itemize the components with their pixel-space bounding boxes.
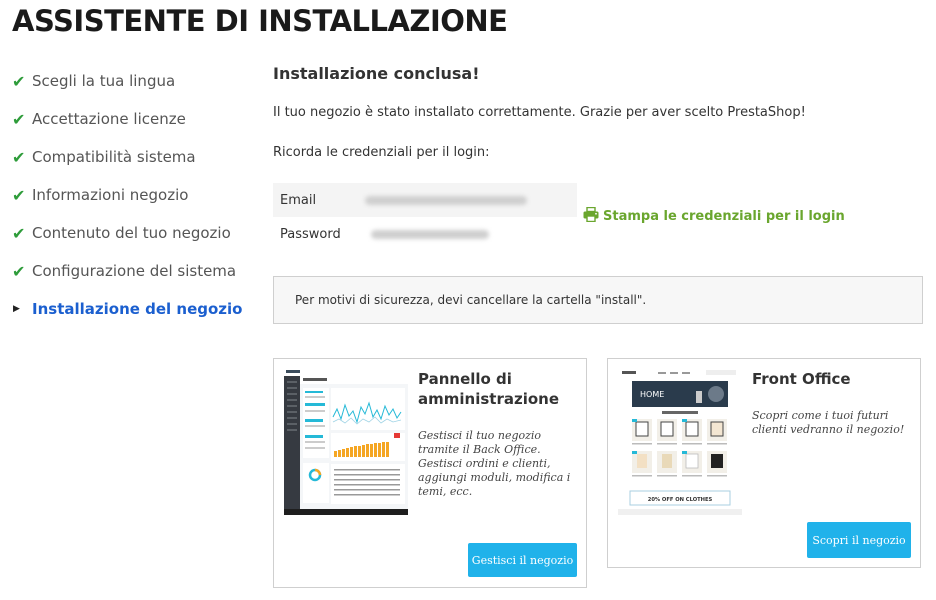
step-item-installation: ▶ Installazione del negozio <box>12 290 242 328</box>
manage-store-button[interactable]: Gestisci il negozio <box>468 543 577 577</box>
discover-store-button[interactable]: Scopri il negozio <box>807 522 911 558</box>
admin-panel-card: Pannello di amministrazione Gestisci il … <box>273 358 587 588</box>
credentials-reminder: Ricorda le credenziali per il login: <box>273 145 490 160</box>
admin-panel-description: Gestisci il tuo negozio tramite il Back … <box>418 429 571 498</box>
step-label: Configurazione del sistema <box>32 262 237 280</box>
password-row: Password <box>273 217 577 251</box>
password-value-redacted <box>371 230 489 239</box>
step-item-system-config: ✔ Configurazione del sistema <box>12 252 242 290</box>
step-label: Accettazione licenze <box>32 110 186 128</box>
banner-text: 20% OFF ON CLOTHES <box>648 497 713 503</box>
admin-panel-title: Pannello di amministrazione <box>418 370 559 408</box>
check-icon: ✔ <box>12 261 26 281</box>
check-icon: ✔ <box>12 109 26 129</box>
front-office-screenshot: HOME 20% OFF ON CLOTHES <box>618 367 742 515</box>
print-link-label: Stampa le credenziali per il login <box>603 209 845 224</box>
step-item-license: ✔ Accettazione licenze <box>12 100 242 138</box>
completion-heading: Installazione conclusa! <box>273 64 480 83</box>
step-label: Informazioni negozio <box>32 186 189 204</box>
check-icon: ✔ <box>12 223 26 243</box>
security-alert: Per motivi di sicurezza, devi cancellare… <box>273 276 923 324</box>
step-item-content: ✔ Contenuto del tuo negozio <box>12 214 242 252</box>
step-item-language: ✔ Scegli la tua lingua <box>12 62 242 100</box>
security-alert-text: Per motivi di sicurezza, devi cancellare… <box>295 293 647 307</box>
check-icon: ✔ <box>12 71 26 91</box>
print-credentials-link[interactable]: Stampa le credenziali per il login <box>583 206 845 226</box>
step-label: Installazione del negozio <box>32 300 243 318</box>
email-value-redacted <box>365 196 527 205</box>
credentials-table: Email Password <box>273 183 577 251</box>
step-item-store-info: ✔ Informazioni negozio <box>12 176 242 214</box>
step-label: Scegli la tua lingua <box>32 72 176 90</box>
check-icon: ✔ <box>12 185 26 205</box>
email-label: Email <box>280 192 317 208</box>
front-office-title: Front Office <box>752 370 851 388</box>
printer-icon <box>583 206 599 226</box>
password-label: Password <box>280 226 341 242</box>
check-icon: ✔ <box>12 147 26 167</box>
hero-text: HOME <box>640 390 664 399</box>
step-item-compatibility: ✔ Compatibilità sistema <box>12 138 242 176</box>
triangle-right-icon: ▶ <box>13 304 20 314</box>
success-message: Il tuo negozio è stato installato corret… <box>273 105 806 120</box>
email-row: Email <box>273 183 577 217</box>
step-list: ✔ Scegli la tua lingua ✔ Accettazione lice… <box>12 62 242 328</box>
step-label: Compatibilità sistema <box>32 148 196 166</box>
back-office-screenshot <box>284 367 408 515</box>
step-label: Contenuto del tuo negozio <box>32 224 231 242</box>
front-office-card: HOME 20% OFF ON CLOTHES Front Office Sco… <box>607 358 921 568</box>
page-title: ASSISTENTE DI INSTALLAZIONE <box>12 4 508 38</box>
front-office-description: Scopri come i tuoi futuri clienti vedran… <box>752 409 905 436</box>
